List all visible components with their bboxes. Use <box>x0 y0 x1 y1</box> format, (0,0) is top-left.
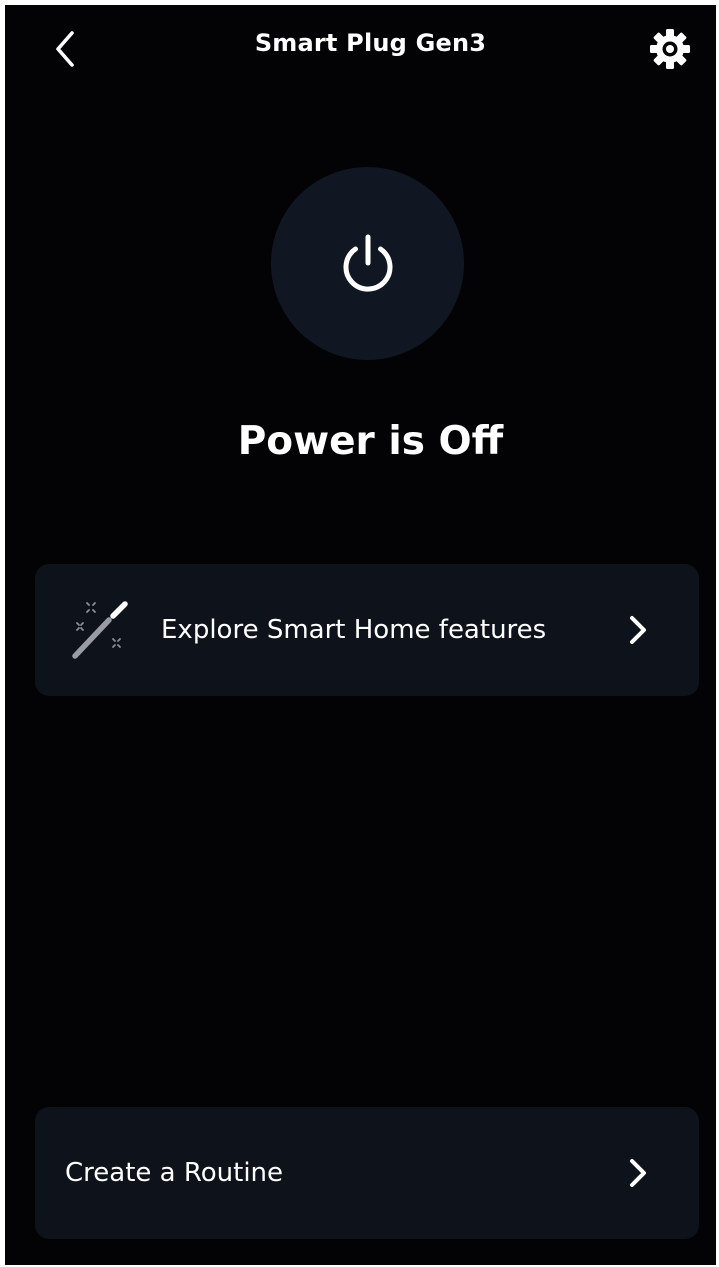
power-toggle-button[interactable] <box>271 167 464 360</box>
settings-button[interactable] <box>644 23 696 75</box>
magic-wand-icon <box>72 601 128 659</box>
power-status-text: Power is Off <box>237 419 504 464</box>
page-title: Smart Plug Gen3 <box>254 29 487 57</box>
gear-icon <box>650 29 690 69</box>
device-screen: Smart Plug Gen3 Power is Off Explore Sma… <box>5 5 716 1265</box>
chevron-right-icon <box>630 616 646 644</box>
explore-smart-home-card[interactable]: Explore Smart Home features <box>35 564 699 696</box>
create-routine-card[interactable]: Create a Routine <box>35 1107 699 1239</box>
chevron-right-icon <box>630 1159 646 1187</box>
explore-smart-home-label: Explore Smart Home features <box>161 615 547 645</box>
header: Smart Plug Gen3 <box>5 5 716 93</box>
create-routine-label: Create a Routine <box>65 1158 284 1188</box>
power-icon <box>343 234 392 292</box>
